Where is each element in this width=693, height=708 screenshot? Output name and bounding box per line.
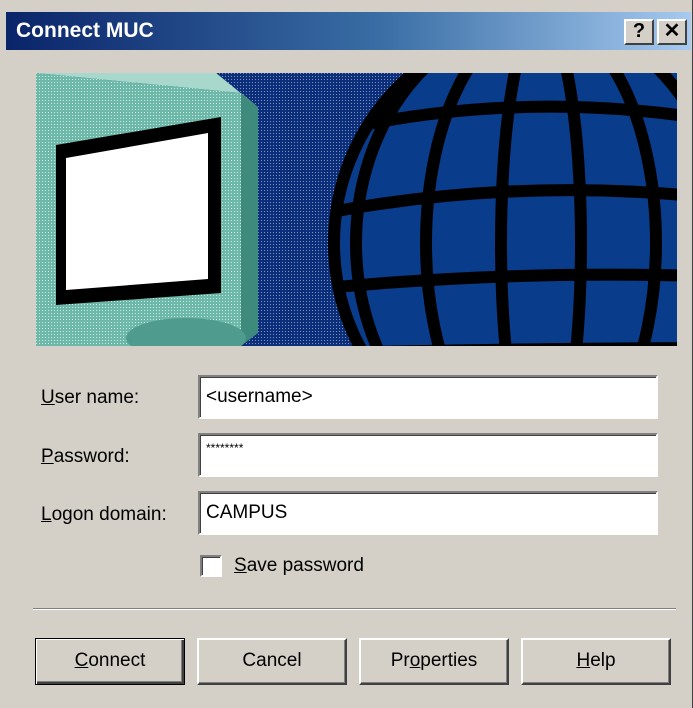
connect-button[interactable]: Connect: [35, 638, 185, 685]
separator: [33, 608, 676, 610]
help-title-button[interactable]: ?: [624, 19, 654, 45]
window-title: Connect MUC: [16, 19, 154, 42]
connect-dialog: Connect MUC ? ✕ User name: <username> Pa…: [0, 0, 693, 708]
save-password-label[interactable]: Save password: [234, 555, 364, 577]
save-password-checkbox[interactable]: [200, 555, 222, 577]
username-field[interactable]: <username>: [198, 375, 658, 419]
properties-button[interactable]: Properties: [359, 638, 509, 685]
username-label: User name:: [41, 387, 140, 408]
logon-domain-label: Logon domain:: [41, 504, 167, 525]
logon-domain-field[interactable]: CAMPUS: [198, 491, 658, 535]
password-field[interactable]: ********: [198, 433, 658, 477]
computer-monitor-icon: [36, 73, 258, 346]
globe-icon: [328, 73, 677, 346]
help-button[interactable]: Help: [521, 638, 671, 685]
dialup-banner: [36, 73, 677, 346]
title-bar[interactable]: Connect MUC ? ✕: [6, 12, 691, 50]
cancel-button[interactable]: Cancel: [197, 638, 347, 685]
close-title-button[interactable]: ✕: [657, 19, 687, 45]
password-label: Password:: [41, 446, 130, 467]
